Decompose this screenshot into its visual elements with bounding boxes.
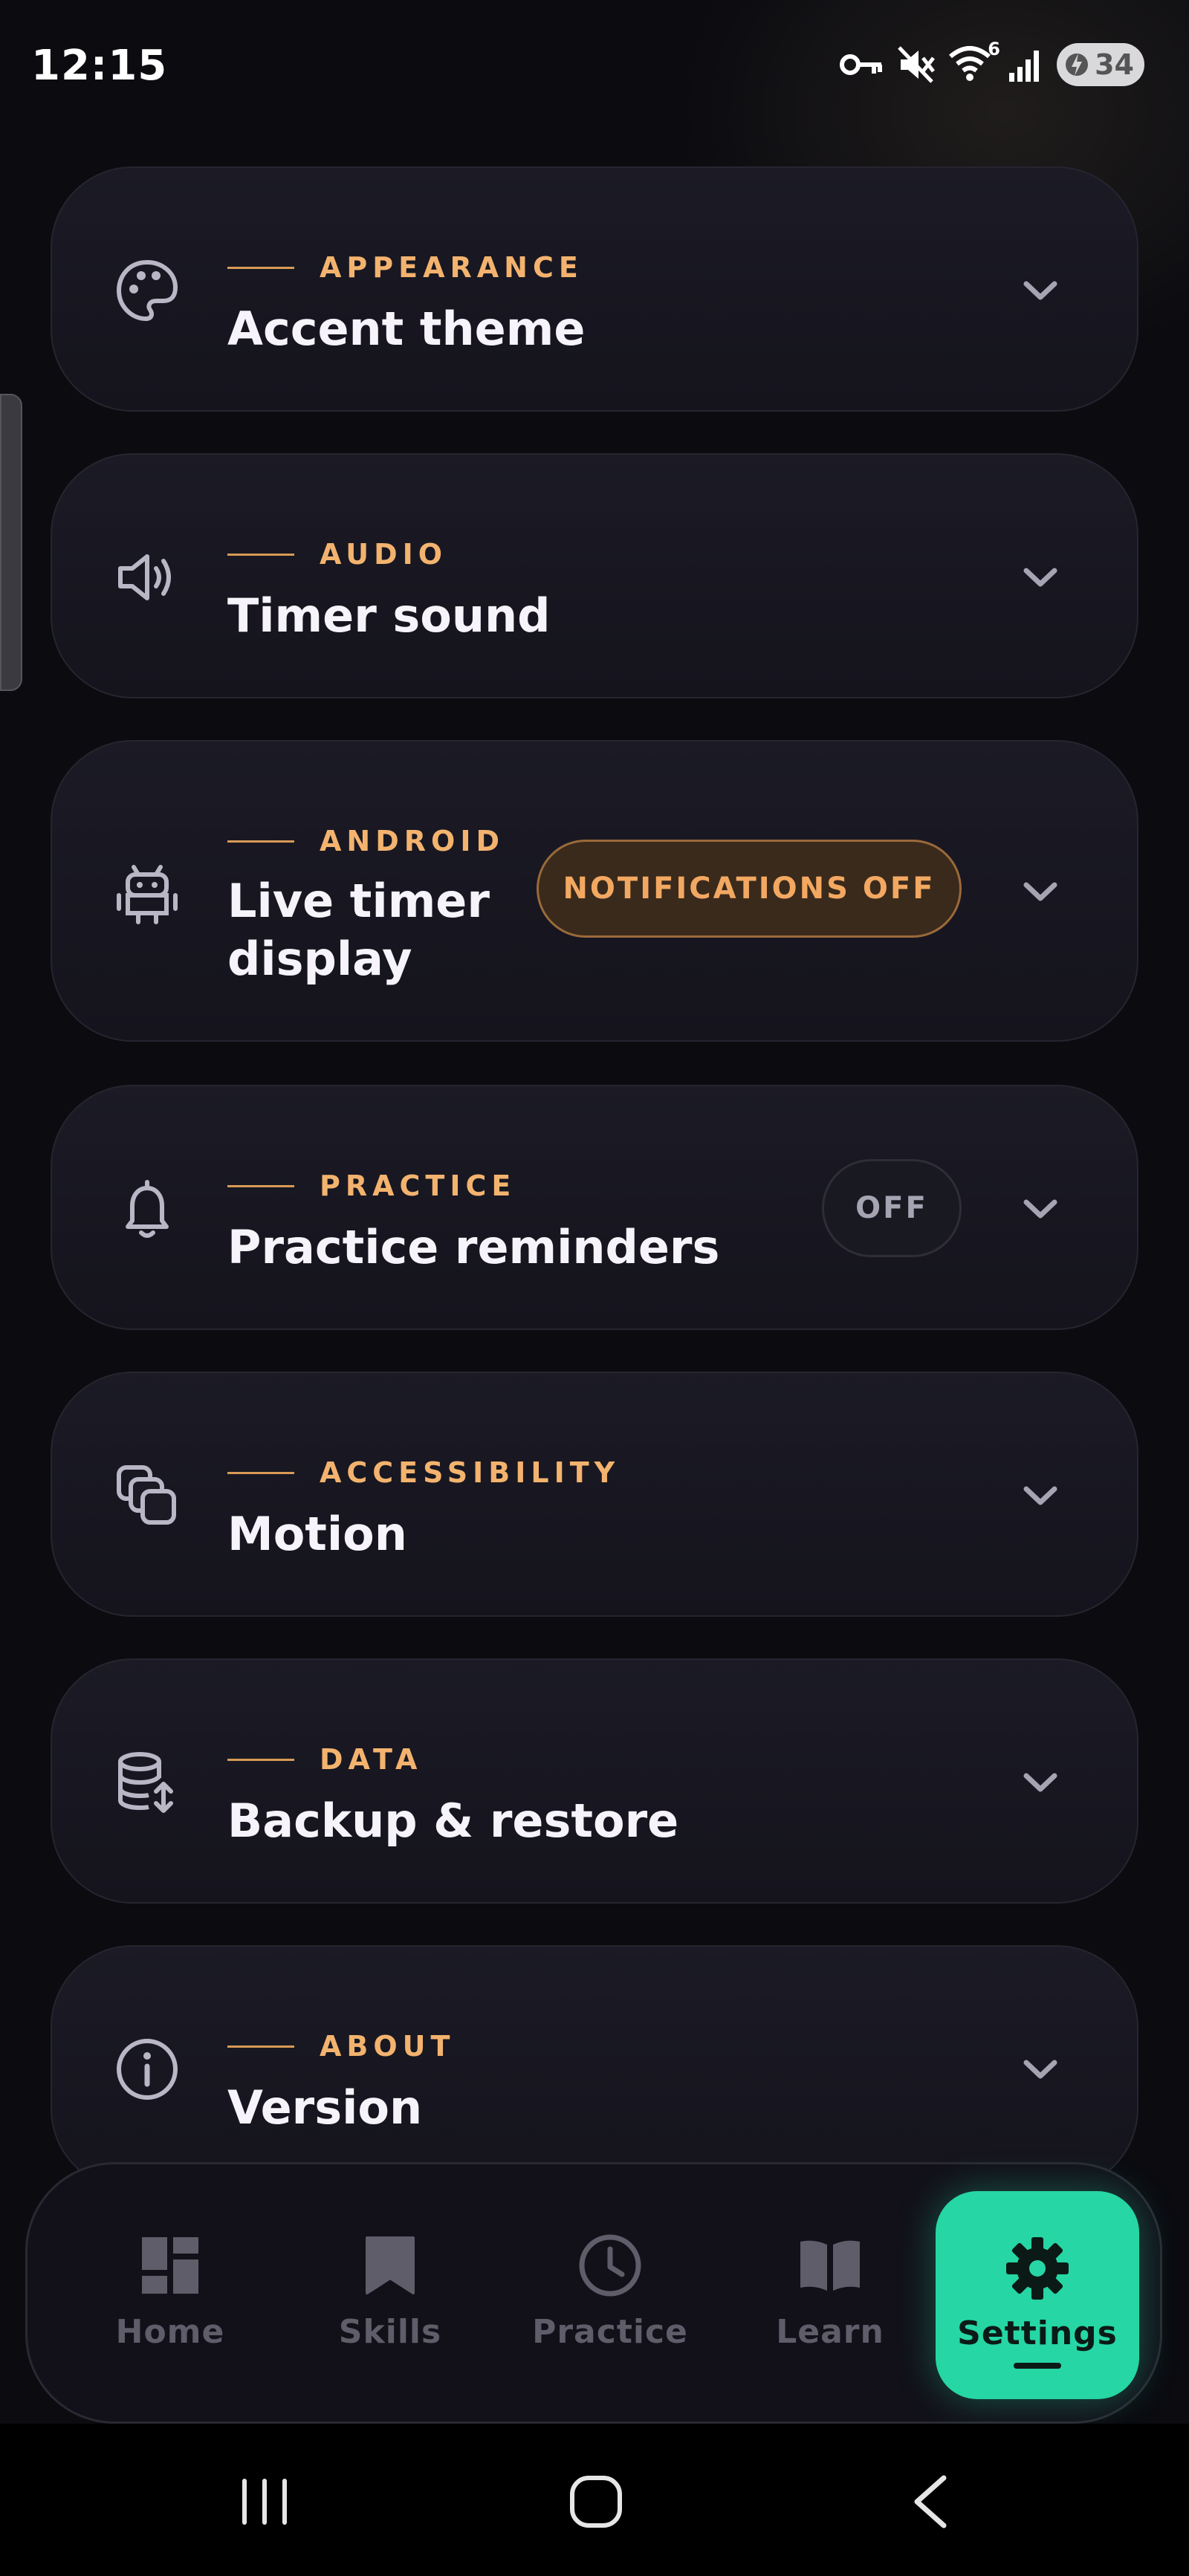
setting-card-accessibility[interactable]: ACCESSIBILITY Motion	[51, 1372, 1138, 1617]
setting-category: ANDROID	[320, 825, 505, 857]
nav-item-home[interactable]: Home	[74, 2164, 267, 2421]
chevron-down-icon[interactable]	[1018, 2047, 1063, 2092]
setting-category: DATA	[320, 1743, 423, 1776]
motion-icon	[110, 1459, 184, 1533]
book-icon	[797, 2228, 863, 2303]
database-icon	[110, 1745, 184, 1820]
nav-item-settings[interactable]: Settings	[936, 2191, 1139, 2399]
setting-card-practice[interactable]: PRACTICE Practice reminders OFF	[51, 1085, 1138, 1330]
edge-panel-handle[interactable]	[0, 394, 22, 691]
notifications-off-badge[interactable]: NOTIFICATIONS OFF	[537, 840, 962, 938]
setting-overline: ANDROID	[227, 825, 505, 857]
setting-overline: PRACTICE	[227, 1169, 516, 1202]
overline-rule	[227, 1184, 294, 1187]
setting-category: APPEARANCE	[320, 251, 583, 284]
wifi-indicator: 6	[948, 39, 1000, 85]
bottom-nav: Home Skills Practice Learn Settings	[25, 2162, 1162, 2424]
chevron-down-icon[interactable]	[1018, 1187, 1063, 1231]
chevron-down-icon[interactable]	[1018, 555, 1063, 600]
back-icon[interactable]	[886, 2468, 975, 2535]
nav-item-practice[interactable]: Practice	[513, 2164, 707, 2421]
android-icon	[110, 855, 184, 929]
charging-bolt-icon	[1066, 53, 1088, 76]
status-time: 12:15	[31, 42, 168, 90]
setting-title: Practice reminders	[227, 1220, 720, 1274]
gear-icon	[1005, 2231, 1070, 2306]
setting-overline: ACCESSIBILITY	[227, 1456, 620, 1489]
setting-card-data[interactable]: DATA Backup & restore	[51, 1658, 1138, 1904]
vpn-key-icon	[840, 54, 882, 75]
setting-category: ACCESSIBILITY	[320, 1456, 621, 1489]
overline-rule	[227, 1758, 294, 1761]
wifi-badge: 6	[988, 39, 1000, 59]
setting-title: Version	[227, 2080, 423, 2135]
home-icon[interactable]	[551, 2468, 641, 2535]
setting-card-appearance[interactable]: APPEARANCE Accent theme	[51, 166, 1138, 412]
wifi-icon	[949, 46, 991, 81]
battery-level: 34	[1095, 48, 1134, 81]
setting-category: ABOUT	[320, 2030, 456, 2063]
chevron-down-icon[interactable]	[1018, 268, 1063, 313]
overline-rule	[227, 1471, 294, 1474]
bookmark-icon	[364, 2228, 416, 2303]
nav-label: Practice	[532, 2313, 688, 2351]
setting-overline: DATA	[227, 1743, 422, 1776]
nav-label: Learn	[776, 2313, 884, 2351]
setting-card-about[interactable]: ABOUT Version	[51, 1945, 1138, 2190]
setting-title: Accent theme	[227, 302, 586, 356]
palette-icon	[110, 253, 184, 328]
reminders-status-badge[interactable]: OFF	[822, 1159, 962, 1257]
overline-rule	[227, 266, 294, 269]
status-icons: 6 34	[840, 39, 1144, 86]
nav-label: Skills	[338, 2313, 442, 2351]
chevron-down-icon[interactable]	[1018, 1760, 1063, 1805]
setting-overline: AUDIO	[227, 538, 447, 571]
setting-title: Backup & restore	[227, 1794, 679, 1848]
dashboard-icon	[140, 2228, 200, 2303]
status-bar: 12:15 6 34	[0, 0, 1189, 134]
recents-icon[interactable]	[220, 2468, 309, 2535]
chevron-down-icon[interactable]	[1018, 869, 1063, 914]
setting-overline: APPEARANCE	[227, 251, 583, 284]
clock-icon	[577, 2228, 643, 2303]
nav-item-learn[interactable]: Learn	[733, 2164, 927, 2421]
info-icon	[110, 2032, 184, 2106]
overline-rule	[227, 840, 294, 843]
speaker-icon	[110, 540, 184, 614]
setting-overline: ABOUT	[227, 2030, 455, 2063]
setting-card-audio[interactable]: AUDIO Timer sound	[51, 453, 1138, 698]
signal-icon	[1009, 51, 1039, 82]
overline-rule	[227, 553, 294, 556]
system-nav-bar	[0, 2424, 1189, 2576]
bell-icon	[110, 1172, 184, 1246]
nav-label: Settings	[957, 2314, 1118, 2352]
mute-icon	[898, 46, 935, 83]
setting-card-android[interactable]: ANDROID Live timer display NOTIFICATIONS…	[51, 740, 1138, 1042]
setting-category: AUDIO	[320, 538, 448, 571]
overline-rule	[227, 2045, 294, 2048]
battery-indicator: 34	[1057, 43, 1144, 86]
setting-title: Live timer display	[227, 874, 490, 986]
nav-label: Home	[115, 2313, 225, 2351]
setting-category: PRACTICE	[320, 1169, 516, 1202]
chevron-down-icon[interactable]	[1018, 1473, 1063, 1518]
setting-title: Motion	[227, 1507, 407, 1561]
setting-title: Timer sound	[227, 588, 551, 643]
nav-item-skills[interactable]: Skills	[294, 2164, 487, 2421]
active-indicator	[1014, 2363, 1061, 2369]
settings-screen: 12:15 6 34 APPEARANCE Accent theme AUDIO…	[0, 0, 1189, 2576]
